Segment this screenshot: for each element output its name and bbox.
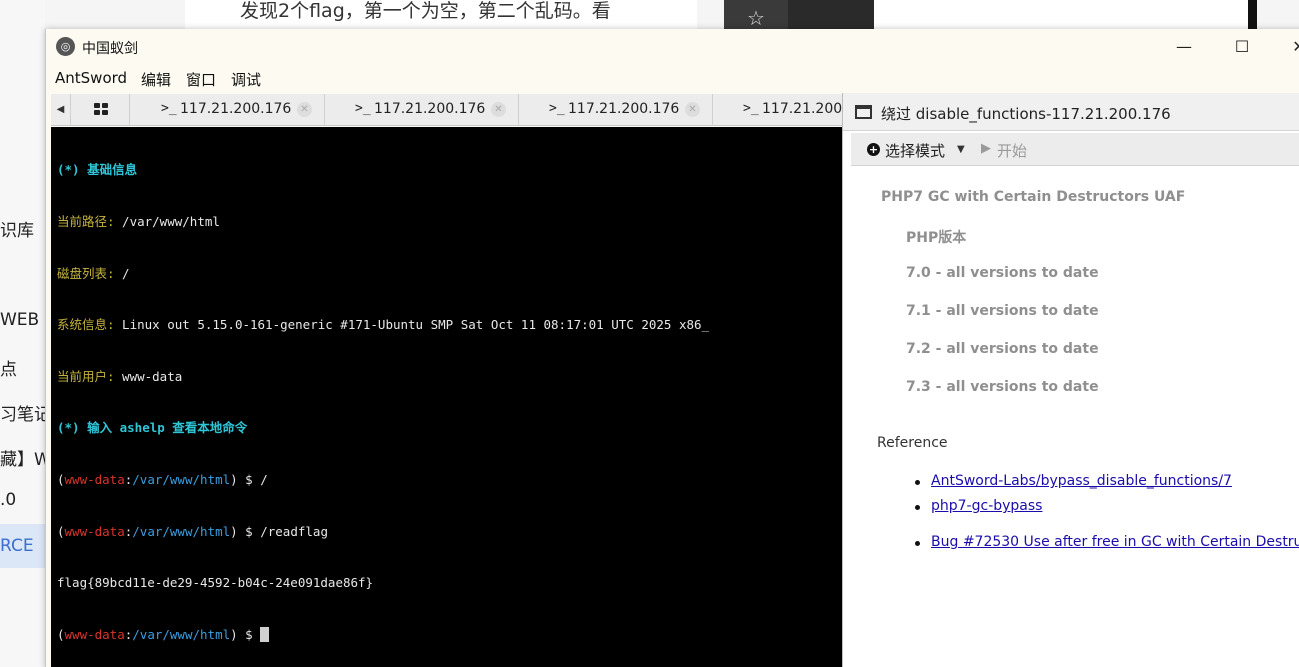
php-version-item: 7.0 - all versions to date [906,265,1099,281]
tab-scroll-left-icon[interactable]: ◀ [51,94,71,126]
reference-link[interactable]: AntSword-Labs/bypass_disable_functions/7 [931,473,1232,489]
background-sidebar-item[interactable]: .0 [0,490,16,510]
window-title: 中国蚁剑 [82,41,138,57]
tab-home[interactable] [72,94,130,126]
tab-terminal[interactable]: >_ 117.21.200.176 ✕ [131,94,325,126]
tab-terminal[interactable]: >_ 117.21.200.176 ✕ [519,94,713,126]
start-button[interactable]: 开始 [997,140,1027,161]
terminal-output: flag{89bcd11e-de29-4592-b04c-24e091dae86… [57,575,374,591]
minimize-button[interactable]: — [1161,34,1207,60]
menu-bar: AntSword 编辑 窗口 调试 [46,67,1299,91]
php-version-item: 7.2 - all versions to date [906,341,1099,357]
prompt-path: /var/www/html [132,523,231,539]
star-icon[interactable]: ☆ [724,0,788,30]
terminal-icon: >_ [549,101,565,116]
info-value: /var/www/html [114,214,220,229]
window-titlebar: ◎ 中国蚁剑 — ☐ ✕ [46,29,1299,65]
bypass-panel: 绕过 disable_functions-117.21.200.176 + 选择… [842,93,1299,667]
caret-down-icon[interactable]: ▼ [957,144,965,155]
tab-close-icon[interactable]: ✕ [297,102,312,117]
tab-label: 117.21.200.176 [374,101,486,117]
grid-icon [93,103,108,115]
terminal-command: / [260,471,268,487]
tab-terminal[interactable]: >_ 117.21.200.176 ✕ [325,94,519,126]
terminal-header: (*) 基础信息 [57,162,138,178]
background-sidebar-item[interactable]: 习笔记 [0,400,51,425]
info-value: Linux out 5.15.0-161-generic #171-Ubuntu… [114,317,710,333]
play-icon[interactable]: ▶ [981,141,991,156]
terminal-icon: >_ [743,101,759,116]
terminal-prompt-line: (www-data:/var/www/html) $ /readflag [57,523,328,539]
panel-title: 绕过 disable_functions-117.21.200.176 [881,105,1171,123]
prompt-user: www-data [64,626,125,642]
background-sidebar-item[interactable]: 识库 [0,216,34,241]
terminal-prompt-line: (www-data:/var/www/html) $ [57,626,846,643]
info-key: 系统信息: [57,317,115,333]
info-key: 当前用户: [57,368,115,384]
select-mode-button[interactable]: 选择模式 [885,140,945,161]
php-version-label: PHP版本 [906,230,967,246]
menu-window[interactable]: 窗口 [186,69,216,90]
terminal-command: /readflag [260,523,328,539]
menu-edit[interactable]: 编辑 [141,69,171,90]
reference-link[interactable]: Bug #72530 Use after free in GC with Cer… [931,534,1299,550]
maximize-button[interactable]: ☐ [1219,34,1265,60]
info-key: 磁盘列表: [57,265,115,281]
prompt-path: /var/www/html [132,471,231,487]
window-icon [855,105,872,119]
tab-bar: ◀ >_ 117.21.200.176 ✕ >_ 117.21.200.176 … [51,94,907,126]
plus-circle-icon[interactable]: + [867,143,880,156]
php-version-item: 7.3 - all versions to date [906,379,1099,395]
terminal-prompt-line: (www-data:/var/www/html) $ / [57,471,268,487]
bullet-icon [915,541,920,546]
tab-close-icon[interactable]: ✕ [685,102,700,117]
bullet-icon [915,505,920,510]
antsword-logo-icon: ◎ [56,37,75,56]
background-right-panel [874,0,1248,30]
close-button[interactable]: ✕ [1276,34,1299,60]
background-right-edge [1248,0,1257,30]
tab-label: 117.21.200.176 [568,101,680,117]
reference-link[interactable]: php7-gc-bypass [931,498,1042,514]
terminal-icon: >_ [161,101,177,116]
bullet-icon [915,480,920,485]
reference-label: Reference [877,435,948,451]
exploit-heading: PHP7 GC with Certain Destructors UAF [881,189,1186,205]
menu-antsword[interactable]: AntSword [55,69,127,87]
tab-label: 117.21.200.176 [180,101,292,117]
info-value: www-data [114,368,183,384]
background-sidebar-item[interactable]: 点 [0,355,17,380]
terminal-icon: >_ [355,101,371,116]
prompt-user: www-data [64,523,125,539]
info-value: / [114,265,130,281]
prompt-path: /var/www/html [132,626,231,642]
menu-debug[interactable]: 调试 [231,69,261,90]
prompt-user: www-data [64,471,125,487]
background-sidebar-item[interactable]: WEB [0,310,39,330]
terminal-help: (*) 输入 ashelp 查看本地命令 [57,420,248,436]
tab-close-icon[interactable]: ✕ [491,102,506,117]
terminal[interactable]: (*) 基础信息 当前路径: /var/www/html 磁盘列表: / 系统信… [51,127,846,667]
panel-toolbar: + 选择模式 ▼ ▶ 开始 [851,133,1299,166]
info-key: 当前路径: [57,214,115,229]
panel-content: PHP7 GC with Certain Destructors UAF PHP… [851,167,1299,667]
panel-header: 绕过 disable_functions-117.21.200.176 [843,93,1299,131]
php-version-item: 7.1 - all versions to date [906,303,1099,319]
terminal-cursor[interactable] [260,626,270,642]
background-article-text: 发现2个flag，第一个为空，第二个乱码。看 [240,0,611,22]
background-sidebar-item-active[interactable]: RCE [0,524,45,568]
